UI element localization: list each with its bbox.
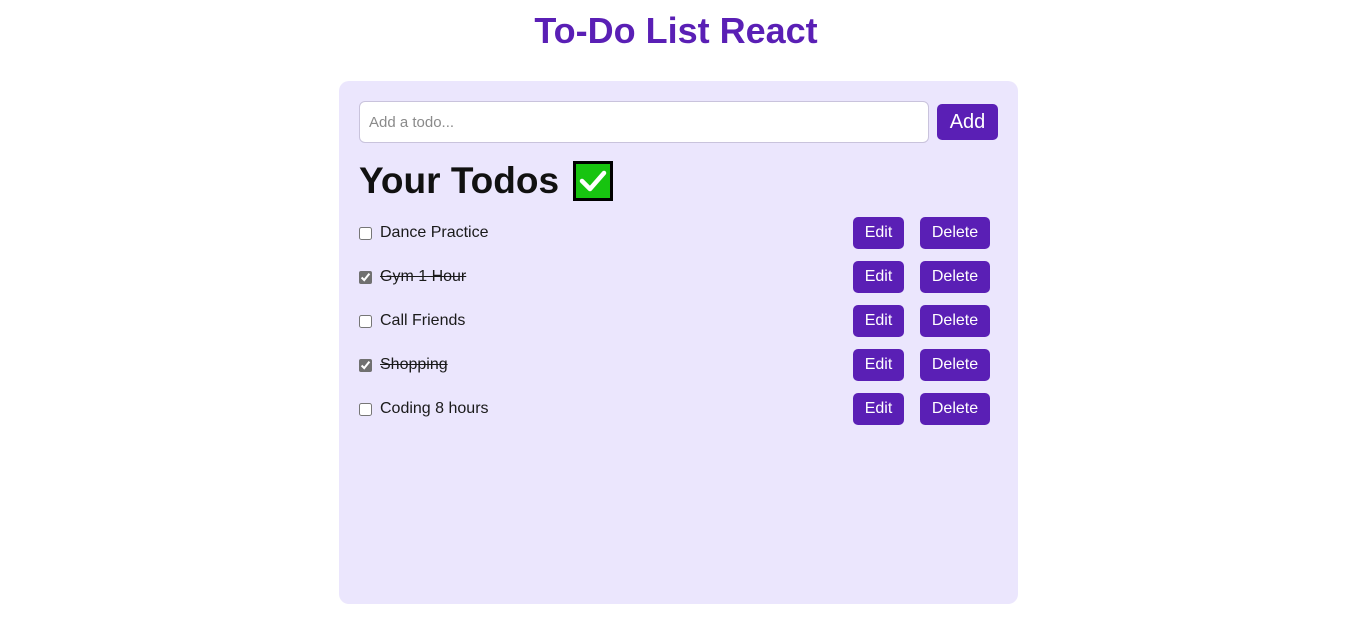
todo-checkbox[interactable]	[359, 270, 372, 284]
app-title: To-Do List React	[534, 10, 818, 51]
todo-list: Dance Practice Edit Delete Gym 1 Hour Ed…	[359, 211, 999, 431]
edit-button[interactable]: Edit	[853, 393, 904, 425]
edit-button[interactable]: Edit	[853, 305, 904, 337]
todo-checkbox[interactable]	[359, 358, 372, 372]
todo-item: Shopping Edit Delete	[359, 343, 999, 387]
todo-text: Coding 8 hours	[380, 400, 489, 417]
delete-button[interactable]: Delete	[920, 217, 990, 249]
todo-panel: Add Your Todos Dance Practice Edit Delet…	[339, 81, 1018, 604]
section-title-text: Your Todos	[359, 160, 560, 201]
delete-button[interactable]: Delete	[920, 393, 990, 425]
todo-checkbox[interactable]	[359, 226, 372, 240]
todo-item: Call Friends Edit Delete	[359, 299, 999, 343]
delete-button[interactable]: Delete	[920, 261, 990, 293]
delete-button[interactable]: Delete	[920, 305, 990, 337]
section-title: Your Todos	[359, 159, 614, 203]
check-mark-icon	[573, 161, 614, 201]
edit-button[interactable]: Edit	[853, 349, 904, 381]
todo-checkbox[interactable]	[359, 314, 372, 328]
todo-item: Coding 8 hours Edit Delete	[359, 387, 999, 431]
todo-input[interactable]	[359, 101, 929, 143]
todo-text: Call Friends	[380, 312, 466, 329]
todo-text: Shopping	[380, 356, 448, 373]
add-button[interactable]: Add	[937, 104, 998, 140]
todo-checkbox[interactable]	[359, 402, 372, 416]
todo-text: Gym 1 Hour	[380, 268, 467, 285]
todo-text: Dance Practice	[380, 224, 489, 241]
todo-item: Gym 1 Hour Edit Delete	[359, 255, 999, 299]
edit-button[interactable]: Edit	[853, 261, 904, 293]
edit-button[interactable]: Edit	[853, 217, 904, 249]
delete-button[interactable]: Delete	[920, 349, 990, 381]
todo-item: Dance Practice Edit Delete	[359, 211, 999, 255]
